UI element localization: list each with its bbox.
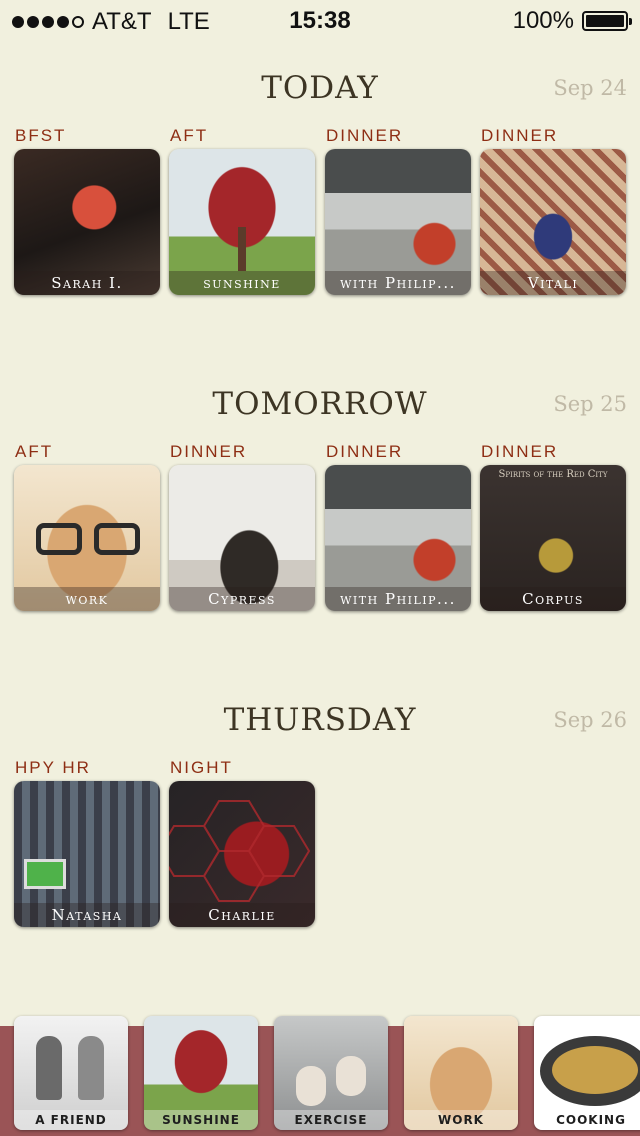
card-caption: Natasha (14, 903, 160, 927)
glasses-left-icon (36, 523, 82, 555)
plan-card-work[interactable]: work (14, 465, 160, 611)
day-title: TODAY (261, 70, 379, 106)
slot-label: AFT (15, 442, 54, 461)
tree-trunk-icon (238, 227, 246, 271)
day-date: Sep 25 (553, 392, 627, 416)
card-caption: with Philip... (325, 271, 471, 295)
category-tab-bar: A FRIEND SUNSHINE EXERCISE WORK COOKING (0, 1016, 640, 1136)
food-icon (552, 1046, 638, 1094)
battery-icon (582, 11, 632, 31)
tab-work[interactable]: WORK (404, 1016, 518, 1130)
slot-label: HPY HR (15, 758, 91, 777)
slot-label: DINNER (326, 126, 404, 145)
tab-exercise[interactable]: EXERCISE (274, 1016, 388, 1130)
slot-label: AFT (170, 126, 209, 145)
glasses-right-icon (94, 523, 140, 555)
plan-card-charlie[interactable]: Charlie (169, 781, 315, 927)
shoe-icon (296, 1066, 326, 1106)
laptop-icon (24, 859, 66, 889)
shoe-icon (336, 1056, 366, 1096)
child-figure-icon (78, 1036, 104, 1100)
child-figure-icon (36, 1036, 62, 1100)
tab-label: A FRIEND (14, 1110, 128, 1130)
plan-card-sarah[interactable]: Sarah I. (14, 149, 160, 295)
tab-label: COOKING (534, 1110, 640, 1130)
plan-card-natasha[interactable]: Natasha (14, 781, 160, 927)
tab-label: WORK (404, 1110, 518, 1130)
plan-card-corpus[interactable]: Spirits of the Red City Corpus (480, 465, 626, 611)
card-caption: Sarah I. (14, 271, 160, 295)
plan-card-philip[interactable]: with Philip... (325, 465, 471, 611)
tab-cooking[interactable]: COOKING (534, 1016, 640, 1130)
day-title: THURSDAY (223, 702, 417, 738)
plan-card-sunshine[interactable]: sunshine (169, 149, 315, 295)
slot-label: DINNER (481, 126, 559, 145)
card-caption: Cypress (169, 587, 315, 611)
battery-group: 100% (512, 7, 632, 35)
card-caption: Vitali (480, 271, 626, 295)
card-caption: with Philip... (325, 587, 471, 611)
card-caption: Charlie (169, 903, 315, 927)
card-caption: sunshine (169, 271, 315, 295)
tab-label: SUNSHINE (144, 1110, 258, 1130)
slot-label: DINNER (170, 442, 248, 461)
day-date: Sep 26 (553, 708, 627, 732)
plan-card-cypress[interactable]: Cypress (169, 465, 315, 611)
slot-label: DINNER (326, 442, 404, 461)
status-bar: AT&T LTE 15:38 100% (0, 0, 640, 40)
slot-label: BFST (15, 126, 67, 145)
album-text: Spirits of the Red City (498, 469, 608, 480)
slot-label: NIGHT (170, 758, 233, 777)
plan-card-philip[interactable]: with Philip... (325, 149, 471, 295)
card-caption: work (14, 587, 160, 611)
slot-label: DINNER (481, 442, 559, 461)
day-date: Sep 24 (553, 76, 627, 100)
tab-a-friend[interactable]: A FRIEND (14, 1016, 128, 1130)
tab-label: EXERCISE (274, 1110, 388, 1130)
tab-sunshine[interactable]: SUNSHINE (144, 1016, 258, 1130)
card-caption: Corpus (480, 587, 626, 611)
day-title: TOMORROW (212, 386, 428, 422)
battery-percent: 100% (512, 7, 574, 34)
plan-card-vitali[interactable]: Vitali (480, 149, 626, 295)
